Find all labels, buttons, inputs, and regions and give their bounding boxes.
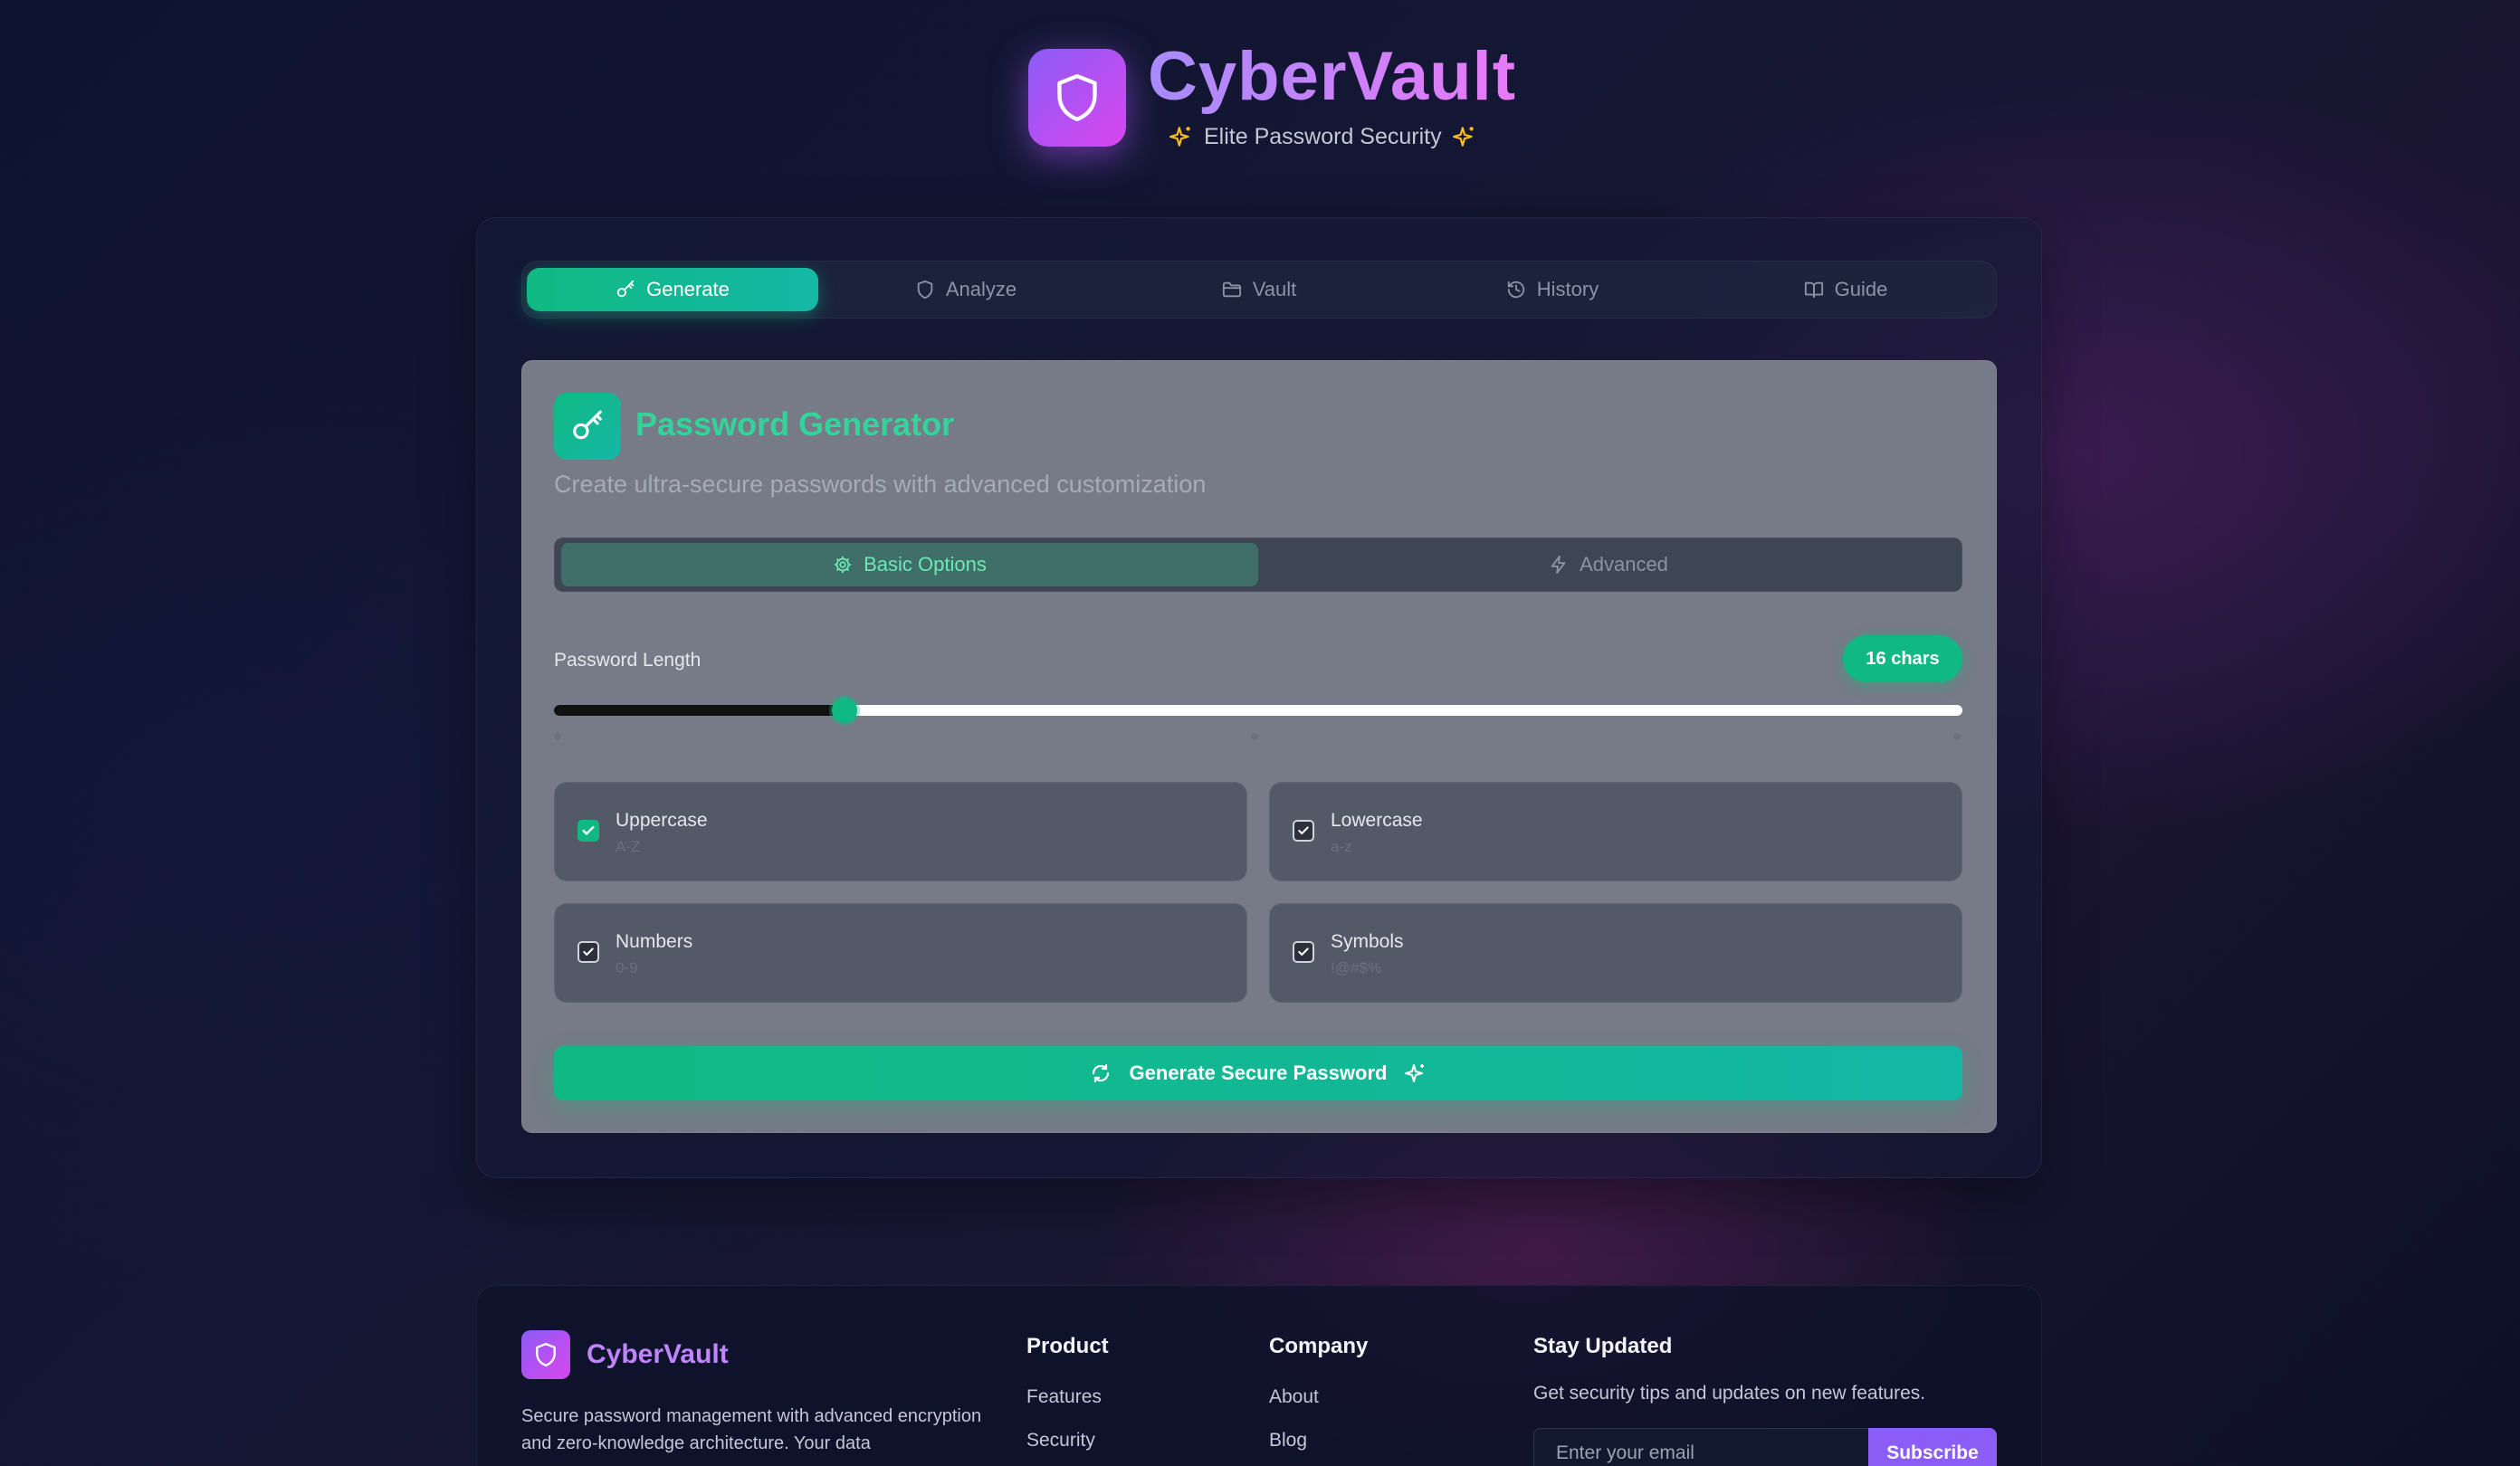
sparkles-icon [1452,127,1474,147]
option-symbols[interactable] [1269,903,1962,1003]
tab-guide[interactable]: Guide [1700,268,1991,311]
uppercase-checkbox[interactable] [578,820,599,842]
length-slider-track[interactable] [554,705,1962,716]
subtab-label: Advanced [1580,553,1668,576]
book-icon [1804,281,1823,299]
footer-link-features[interactable]: Features [1026,1386,1102,1408]
tagline: Elite Password Security [1204,123,1442,149]
footer-link-blog[interactable]: Blog [1269,1430,1307,1452]
footer-logo [521,1330,570,1379]
generate-button-label: Generate Secure Password [1129,1061,1388,1084]
length-slider-fill [554,705,845,716]
option-sublabel: 0-9 [616,959,638,976]
footer-description: Secure password management with advanced… [521,1406,982,1453]
check-icon [1298,826,1309,835]
option-label: Symbols [1331,931,1404,952]
footer-newsletter-heading: Stay Updated [1533,1334,1673,1358]
tab-generate[interactable]: Generate [527,268,818,311]
subscribe-button[interactable]: Subscribe [1868,1428,1997,1466]
tab-analyze[interactable]: Analyze [820,268,1112,311]
tab-label: Generate [646,278,730,300]
gear-icon [834,556,852,574]
option-lowercase[interactable] [1269,782,1962,881]
lowercase-checkbox[interactable] [1293,820,1314,842]
footer-link-about[interactable]: About [1269,1386,1319,1408]
check-icon [1298,947,1309,957]
shield-icon [536,1342,556,1367]
newsletter-email-input[interactable] [1533,1428,1870,1466]
check-icon [583,947,594,957]
refresh-icon [1092,1063,1109,1083]
option-numbers[interactable] [554,903,1247,1003]
option-uppercase[interactable] [554,782,1247,881]
tab-history[interactable]: History [1407,268,1698,311]
key-icon [616,280,635,298]
length-label: Password Length [554,650,702,671]
footer-company-heading: Company [1269,1334,1369,1358]
panel-description: Create ultra-secure passwords with advan… [554,471,1207,498]
option-sublabel: a-z [1331,838,1352,855]
option-label: Lowercase [1331,810,1423,831]
tab-label: Vault [1252,278,1297,300]
app-logo [1028,49,1126,147]
panel-title: Password Generator [635,405,955,443]
subtab-advanced[interactable]: Advanced [1260,543,1957,586]
key-icon [573,410,602,440]
tab-label: History [1536,278,1599,300]
option-sublabel: A-Z [616,838,641,855]
option-label: Numbers [616,931,693,952]
history-icon [1507,281,1524,299]
app-title: CyberVault [1148,36,1516,118]
footer-newsletter-text: Get security tips and updates on new fea… [1533,1383,1926,1404]
footer-link-security[interactable]: Security [1026,1430,1095,1452]
slider-tick [554,733,561,740]
folder-icon [1222,281,1241,298]
subtab-label: Basic Options [864,553,987,576]
sparkles-icon [1169,127,1190,147]
footer-brand: CyberVault [587,1339,729,1369]
subtab-basic-options[interactable]: Basic Options [561,543,1258,586]
tab-vault[interactable]: Vault [1113,268,1405,311]
symbols-checkbox[interactable] [1293,941,1314,963]
shield-icon [1057,73,1097,121]
slider-tick [1251,733,1258,740]
footer-product-heading: Product [1026,1334,1109,1358]
tab-label: Analyze [945,278,1017,300]
tagline-row: Elite Password Security [1169,121,1476,152]
slider-tick [1953,733,1961,740]
option-sublabel: !@#$% [1331,959,1382,976]
lightning-icon [1551,555,1566,575]
numbers-checkbox[interactable] [578,941,599,963]
length-slider-thumb[interactable] [832,698,857,723]
tab-label: Guide [1834,278,1888,300]
generator-icon-box [554,393,621,460]
sparkles-icon [1405,1064,1425,1082]
option-label: Uppercase [616,810,708,831]
check-icon [582,825,595,835]
shield-icon [917,280,933,300]
length-badge: 16 chars [1843,635,1962,682]
generate-password-button[interactable]: Generate Secure Password [554,1046,1962,1100]
